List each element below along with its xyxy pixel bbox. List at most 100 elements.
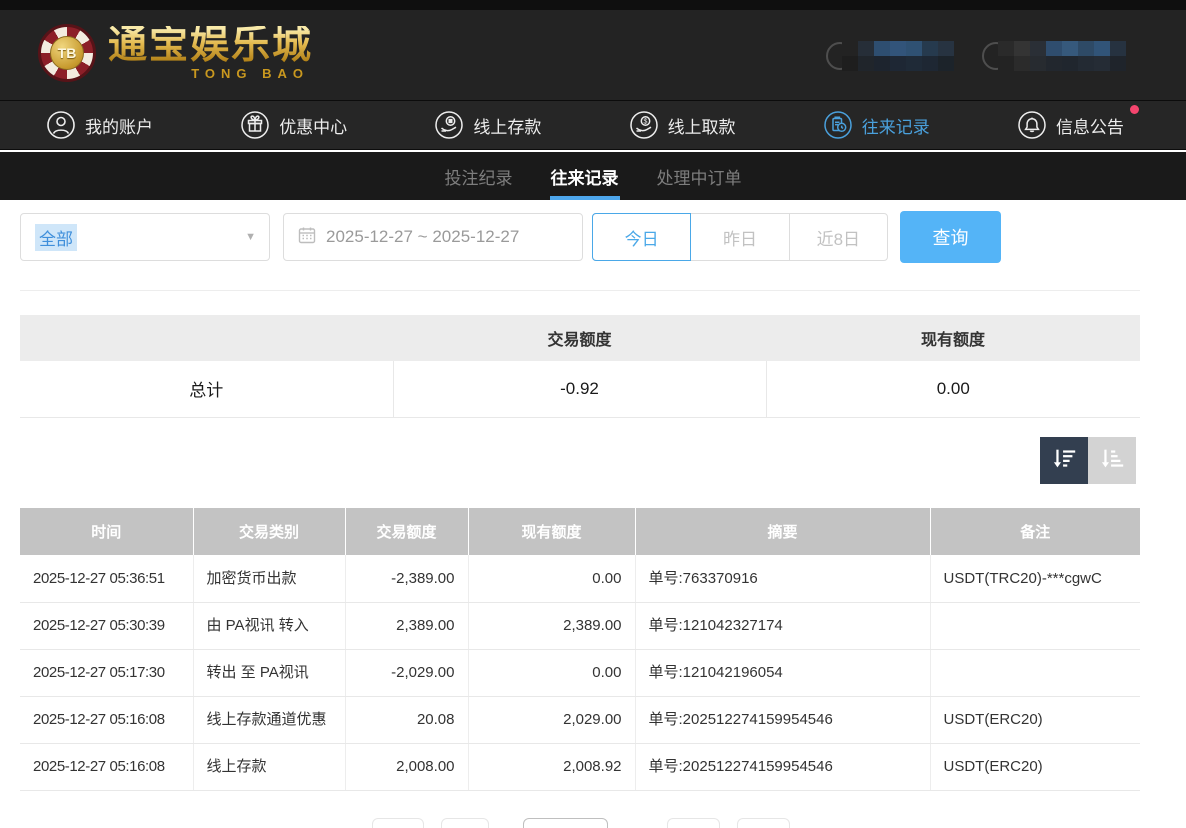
cell-amount: 2,008.00 <box>345 743 468 790</box>
mosaic-cell <box>1110 41 1126 56</box>
table-row: 2025-12-27 05:36:51加密货币出款-2,389.000.00单号… <box>20 555 1140 602</box>
cell-time: 2025-12-27 05:16:08 <box>20 696 193 743</box>
casino-chip-icon: TB <box>38 24 96 82</box>
sort-buttons <box>1040 437 1136 484</box>
cell-note: USDT(ERC20) <box>930 696 1140 743</box>
table-row: 2025-12-27 05:16:08线上存款2,008.002,008.92单… <box>20 743 1140 790</box>
cell-summary: 单号:121042196054 <box>635 649 930 696</box>
query-button[interactable]: 查询 <box>900 211 1001 263</box>
range-last8days-button[interactable]: 近8日 <box>790 214 887 260</box>
range-label: 昨日 <box>723 225 757 250</box>
mosaic-cell <box>1030 41 1046 56</box>
user-circle-icon <box>46 110 76 140</box>
summary-header-empty <box>20 315 393 361</box>
nav-item-withdraw[interactable]: $ 线上取款 <box>629 110 736 140</box>
nav-item-deposit[interactable]: 线上存款 <box>434 110 541 140</box>
col-balance: 现有额度 <box>468 508 635 555</box>
cell-time: 2025-12-27 05:36:51 <box>20 555 193 602</box>
sort-descending-button[interactable] <box>1040 437 1088 484</box>
tab-label: 处理中订单 <box>657 164 742 189</box>
mosaic-cell <box>842 56 858 71</box>
tab-label: 投注纪录 <box>445 164 513 189</box>
main-nav: 我的账户 优惠中心 线上存款 $ 线上取款 往来记录 信息公告 <box>0 100 1186 150</box>
mosaic-cell <box>874 41 890 56</box>
range-label: 近8日 <box>817 225 860 250</box>
cell-note <box>930 602 1140 649</box>
withdraw-icon: $ <box>629 110 659 140</box>
pagination-button-2[interactable] <box>441 818 489 828</box>
col-time: 时间 <box>20 508 193 555</box>
nav-label: 优惠中心 <box>279 113 347 138</box>
svg-text:$: $ <box>643 118 647 125</box>
cell-type: 线上存款通道优惠 <box>193 696 345 743</box>
table-row: 2025-12-27 05:17:30转出 至 PA视讯-2,029.000.0… <box>20 649 1140 696</box>
range-yesterday-button[interactable]: 昨日 <box>691 214 789 260</box>
tab-label: 往来记录 <box>551 164 619 189</box>
type-select-value: 全部 <box>35 224 77 251</box>
summary-total-amount: -0.92 <box>393 361 766 417</box>
tab-processing-orders[interactable]: 处理中订单 <box>657 152 742 200</box>
nav-item-records[interactable]: 往来记录 <box>823 110 930 140</box>
mosaic-cell <box>1062 41 1078 56</box>
mosaic-cell <box>842 41 858 56</box>
notification-dot <box>1130 105 1139 114</box>
mosaic-cell <box>1030 56 1046 71</box>
date-range-value: 2025-12-27 ~ 2025-12-27 <box>326 227 519 247</box>
transactions-body: 2025-12-27 05:36:51加密货币出款-2,389.000.00单号… <box>20 555 1140 790</box>
cell-type: 转出 至 PA视讯 <box>193 649 345 696</box>
cell-balance: 0.00 <box>468 555 635 602</box>
pagination-button-5[interactable] <box>737 818 790 828</box>
nav-item-promotions[interactable]: 优惠中心 <box>240 110 347 140</box>
nav-label: 线上取款 <box>668 113 736 138</box>
chip-monogram: TB <box>50 36 84 70</box>
site-header: TB 通宝娱乐城 TONG BAO <box>0 10 1186 100</box>
cell-amount: -2,029.00 <box>345 649 468 696</box>
nav-item-announcements[interactable]: 信息公告 <box>1017 110 1124 140</box>
chevron-down-icon: ▼ <box>245 231 256 243</box>
summary-header-balance: 现有额度 <box>766 315 1140 361</box>
summary-header-row: 交易额度 现有额度 <box>20 315 1140 361</box>
summary-total-balance: 0.00 <box>766 361 1140 417</box>
summary-header-amount: 交易额度 <box>393 315 766 361</box>
col-type: 交易类别 <box>193 508 345 555</box>
mosaic-cell <box>922 56 938 71</box>
range-today-button[interactable]: 今日 <box>592 213 691 261</box>
mosaic-cell <box>906 56 922 71</box>
mosaic-cell <box>890 56 906 71</box>
mosaic-cell <box>998 41 1014 56</box>
mosaic-cell <box>1110 56 1126 71</box>
redaction-mosaic-2 <box>998 41 1126 71</box>
top-strip <box>0 0 1186 10</box>
pagination-button-3[interactable] <box>523 818 608 828</box>
type-select[interactable]: 全部 ▼ <box>20 213 270 261</box>
calendar-icon <box>298 226 316 249</box>
summary-total-label: 总计 <box>20 361 393 417</box>
mosaic-cell <box>858 41 874 56</box>
range-label: 今日 <box>625 225 659 250</box>
sort-ascending-button[interactable] <box>1088 437 1136 484</box>
col-summary: 摘要 <box>635 508 930 555</box>
mosaic-cell <box>998 56 1014 71</box>
date-range-picker[interactable]: 2025-12-27 ~ 2025-12-27 <box>283 213 583 261</box>
pagination-button-1[interactable] <box>372 818 424 828</box>
transactions-header-row: 时间 交易类别 交易额度 现有额度 摘要 备注 <box>20 508 1140 555</box>
sort-ascending-icon <box>1098 445 1126 476</box>
mosaic-cell <box>1078 41 1094 56</box>
mosaic-cell <box>874 56 890 71</box>
summary-total-row: 总计 -0.92 0.00 <box>20 361 1140 417</box>
cell-summary: 单号:202512274159954546 <box>635 743 930 790</box>
nav-item-my-account[interactable]: 我的账户 <box>46 110 153 140</box>
mosaic-cell <box>922 41 938 56</box>
table-row: 2025-12-27 05:16:08线上存款通道优惠20.082,029.00… <box>20 696 1140 743</box>
cell-amount: -2,389.00 <box>345 555 468 602</box>
pagination-button-4[interactable] <box>667 818 720 828</box>
nav-label: 信息公告 <box>1056 113 1124 138</box>
mosaic-cell <box>1094 56 1110 71</box>
tab-transaction-records[interactable]: 往来记录 <box>551 152 619 200</box>
col-amount: 交易额度 <box>345 508 468 555</box>
mosaic-cell <box>1094 41 1110 56</box>
mosaic-cell <box>1078 56 1094 71</box>
summary-table: 交易额度 现有额度 总计 -0.92 0.00 <box>20 315 1140 418</box>
tab-betting-records[interactable]: 投注纪录 <box>445 152 513 200</box>
mosaic-cell <box>1014 41 1030 56</box>
